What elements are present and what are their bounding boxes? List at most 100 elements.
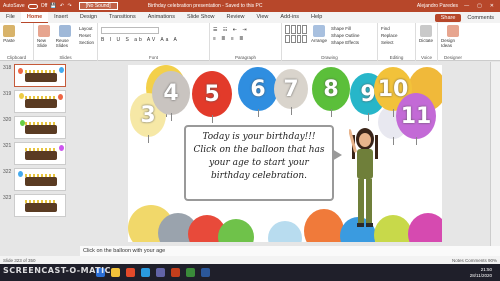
dictate-button[interactable]: Dictate — [419, 25, 433, 43]
drawing-group-label: Drawing — [321, 55, 338, 60]
reset-button[interactable]: Reset — [79, 33, 94, 38]
tab-design[interactable]: Design — [74, 12, 103, 23]
tab-file[interactable]: File — [0, 12, 21, 23]
shape-effects-button[interactable]: Shape Effects — [331, 40, 360, 45]
autosave-toggle[interactable] — [27, 3, 38, 9]
new-slide-button[interactable]: New Slide — [37, 25, 52, 48]
slide-editing-area: 3 4 5 6 7 8 9 10 11 Today is your birthd… — [80, 62, 488, 246]
balloon-number: 4 — [163, 80, 179, 106]
list-buttons[interactable]: ☰ ☷ ⇤ ⇥ — [213, 27, 249, 33]
title-bar: AutoSave Off 💾 ↶ ↷ [No Sound] Birthday c… — [0, 0, 500, 12]
balloon-dot — [19, 93, 24, 99]
reuse-slides-icon — [59, 25, 72, 37]
paste-button[interactable]: Paste — [3, 25, 15, 43]
design-ideas-button[interactable]: Design Ideas — [441, 25, 465, 48]
slide-thumbnail[interactable] — [14, 142, 66, 165]
decor-balloon — [408, 213, 442, 242]
shape-fill-button[interactable]: Shape Fill — [331, 26, 360, 31]
replace-button[interactable]: Replace — [381, 33, 398, 38]
tab-view[interactable]: View — [251, 12, 275, 23]
section-button[interactable]: Section — [79, 40, 94, 45]
select-button[interactable]: Select — [381, 40, 398, 45]
reuse-slides-button[interactable]: Reuse Slides — [56, 25, 75, 48]
design-ideas-label: Design Ideas — [441, 38, 456, 48]
thumbnail-item[interactable]: 318 — [0, 63, 78, 88]
arrange-button[interactable]: Arrange — [311, 25, 327, 43]
font-name-input[interactable] — [101, 27, 159, 34]
thumbnail-item[interactable]: 322 — [0, 167, 78, 192]
shapes-gallery[interactable] — [285, 25, 307, 43]
file-name-box[interactable]: [No Sound] — [78, 2, 118, 10]
balloon-dot — [58, 94, 63, 100]
ribbon: Paste Clipboard New Slide Reuse Slides L… — [0, 23, 500, 61]
excel-icon[interactable] — [186, 268, 195, 277]
minimize-icon[interactable]: — — [464, 3, 469, 9]
maximize-icon[interactable]: ▢ — [477, 3, 482, 9]
quick-access-icons[interactable]: 💾 ↶ ↷ — [50, 3, 72, 9]
tab-slide-show[interactable]: Slide Show — [181, 12, 221, 23]
font-format-buttons[interactable]: B I U S ab AV Aa A — [101, 37, 179, 43]
tab-home[interactable]: Home — [20, 12, 49, 23]
mail-icon[interactable] — [141, 268, 150, 277]
thumbnail-item[interactable]: 321 — [0, 141, 78, 166]
balloon-5[interactable]: 5 — [192, 71, 232, 123]
find-button[interactable]: Find — [381, 26, 398, 31]
powerpoint-icon[interactable] — [171, 268, 180, 277]
voice-group: Dictate Voice — [416, 23, 438, 61]
chrome-icon[interactable] — [126, 268, 135, 277]
balloon-8[interactable]: 8 — [312, 67, 350, 117]
thumbnail-item[interactable]: 319 — [0, 89, 78, 114]
slide-thumbnail[interactable] — [14, 116, 66, 139]
slide-thumbnail[interactable] — [14, 168, 66, 191]
tab-animations[interactable]: Animations — [142, 12, 181, 23]
tab-transitions[interactable]: Transitions — [103, 12, 142, 23]
vertical-scrollbar[interactable] — [490, 62, 500, 246]
slide-thumbnail[interactable] — [14, 64, 66, 87]
balloon-6[interactable]: 6 — [238, 67, 278, 117]
user-name[interactable]: Alejandro Paredes — [417, 3, 458, 9]
thumbnail-item[interactable]: 320 — [0, 115, 78, 140]
close-icon[interactable]: ✕ — [490, 3, 494, 9]
slide-thumbnails-panel[interactable]: 318 319 320 321 322 323 — [0, 62, 78, 246]
balloon-number: 5 — [204, 81, 220, 107]
view-zoom-controls[interactable]: Notes Comments 90% — [452, 258, 497, 263]
paste-label: Paste — [3, 38, 15, 43]
status-bar: Slide 323 of 350 Notes Comments 90% — [0, 256, 500, 264]
share-button[interactable]: Share — [434, 13, 462, 22]
cake-image — [25, 122, 57, 134]
layout-button[interactable]: Layout — [79, 26, 94, 31]
clock[interactable]: 21:50 28/11/2020 — [470, 267, 492, 279]
notes-pane[interactable]: Click on the balloon with your age — [80, 246, 500, 256]
cake-image — [25, 174, 57, 186]
slide-thumbnail[interactable] — [14, 90, 66, 113]
folder-icon[interactable] — [111, 268, 120, 277]
balloon-number: 8 — [323, 76, 339, 102]
teams-icon[interactable] — [156, 268, 165, 277]
microphone-icon — [420, 25, 432, 37]
tab-review[interactable]: Review — [221, 12, 251, 23]
balloon-4[interactable]: 4 — [152, 71, 190, 121]
editing-group-label: Editing — [389, 55, 404, 60]
align-buttons[interactable]: ≡ ≣ ≡ ≣ — [213, 36, 249, 42]
balloon-7[interactable]: 7 — [274, 69, 308, 115]
balloon-11[interactable]: 11 — [396, 93, 436, 145]
shape-outline-button[interactable]: Shape Outline — [331, 33, 360, 38]
word-icon[interactable] — [201, 268, 210, 277]
window-controls[interactable]: — ▢ ✕ — [464, 3, 494, 9]
slide-number: 320 — [3, 117, 12, 123]
speech-bubble: Today is your birthday!!! Click on the b… — [184, 125, 342, 201]
slide-number: 321 — [3, 143, 12, 149]
balloon-dot — [59, 67, 64, 73]
paragraph-group: ☰ ☷ ⇤ ⇥ ≡ ≣ ≡ ≣ Paragraph — [210, 23, 282, 61]
slide-thumbnail[interactable] — [14, 194, 66, 217]
balloon-dot — [59, 145, 64, 151]
comments-button[interactable]: Comments — [467, 15, 494, 21]
new-slide-icon — [38, 25, 51, 37]
current-slide[interactable]: 3 4 5 6 7 8 9 10 11 Today is your birthd… — [128, 65, 442, 242]
tab-insert[interactable]: Insert — [48, 12, 74, 23]
balloon-number: 7 — [283, 76, 299, 102]
tab-add-ins[interactable]: Add-ins — [274, 12, 305, 23]
tab-help[interactable]: Help — [305, 12, 328, 23]
thumbnail-item[interactable]: 323 — [0, 193, 78, 218]
slides-group-label: Slides — [59, 55, 72, 60]
